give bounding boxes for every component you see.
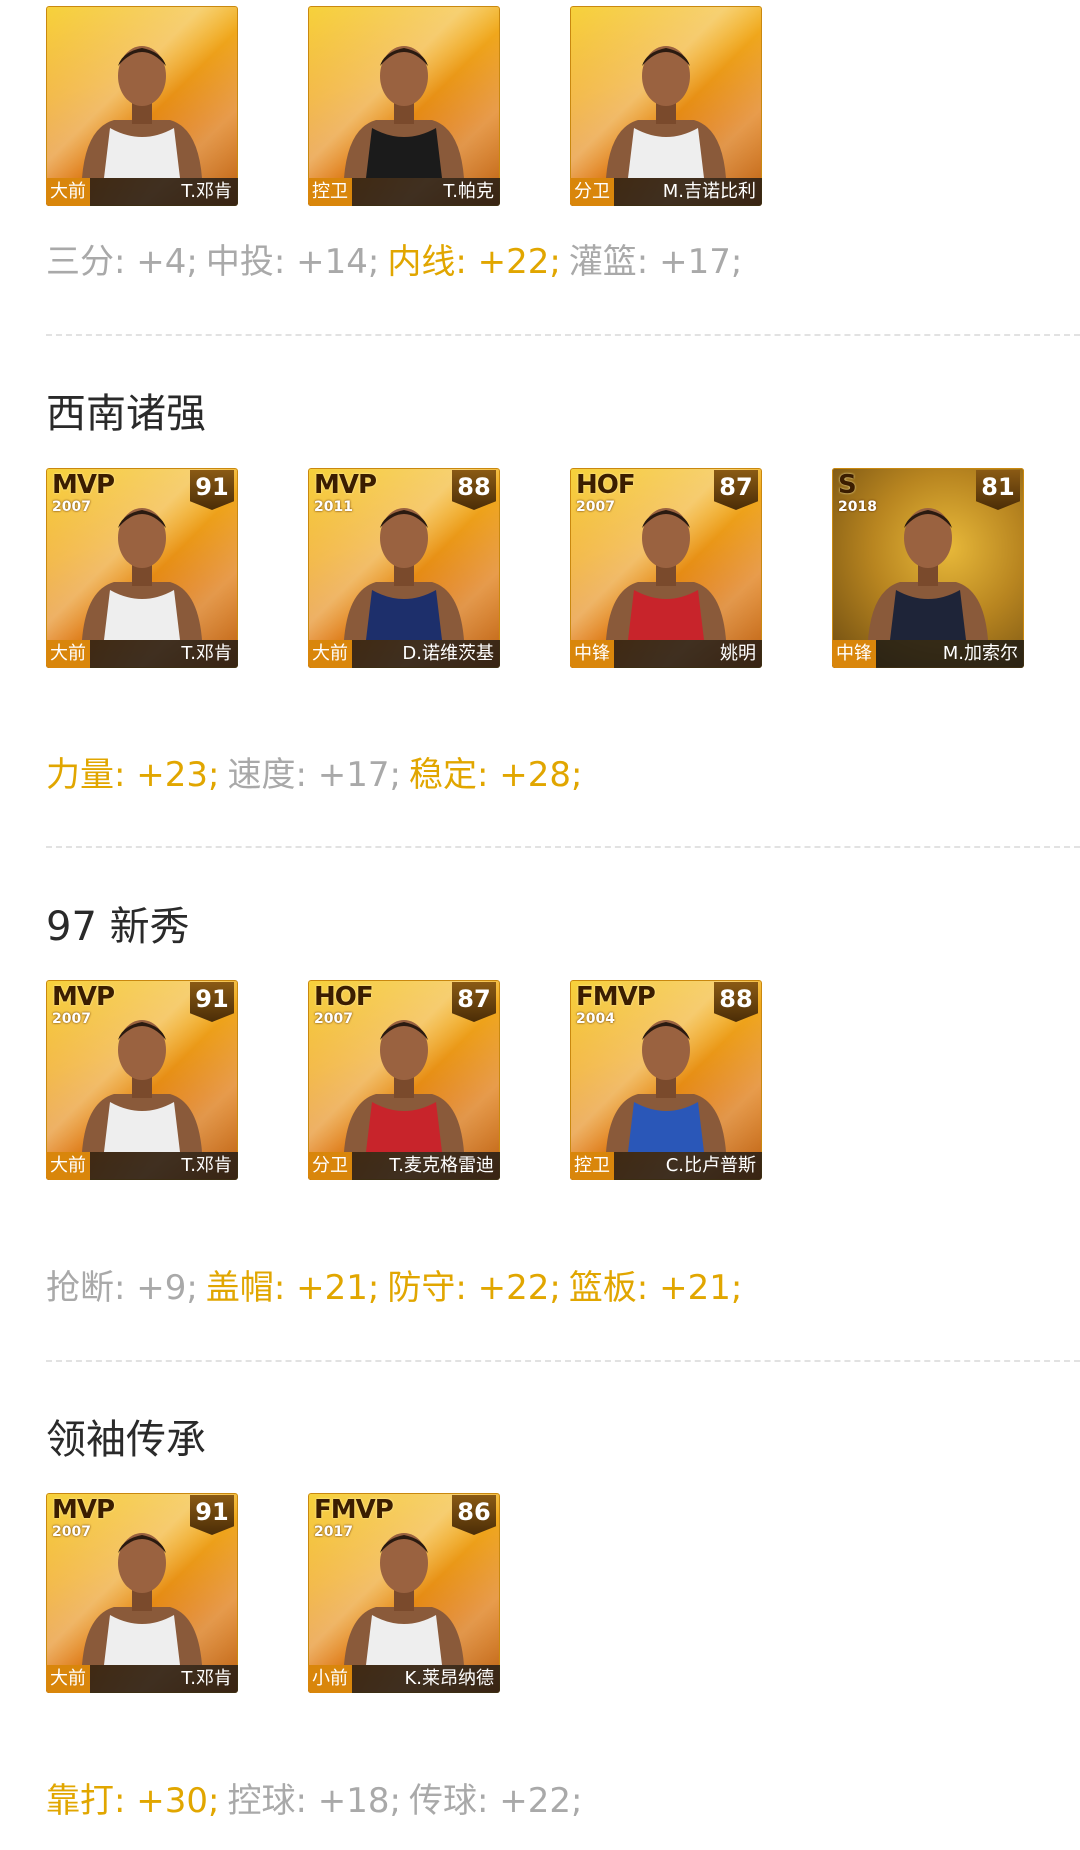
card-player-name: K.莱昂纳德 <box>404 1668 494 1689</box>
stat-bonus: 传球: +22; <box>408 1781 583 1821</box>
card-position: 大前 <box>46 1665 90 1693</box>
card-position: 分卫 <box>570 178 614 206</box>
combo-stats: 靠打: +30; 控球: +18; 传球: +22; <box>46 1781 590 1821</box>
stat-bonus: 篮板: +21; <box>568 1268 743 1308</box>
card-player-name: C.比卢普斯 <box>665 1155 756 1176</box>
player-portrait <box>868 508 988 640</box>
card-year: 2017 <box>314 1524 353 1540</box>
player-card[interactable]: FMVP 2004 88 控卫 C.比卢普斯 <box>570 980 762 1180</box>
card-year: 2007 <box>52 1524 91 1540</box>
card-player-name: M.加索尔 <box>942 643 1018 664</box>
card-position: 小前 <box>308 1665 352 1693</box>
player-card[interactable]: MVP 2007 91 大前 T.邓肯 <box>46 1493 238 1693</box>
player-card[interactable]: 大前 T.邓肯 <box>46 6 238 206</box>
section-divider <box>46 846 1080 848</box>
card-tier-badge: HOF <box>576 470 636 500</box>
card-player-name: T.帕克 <box>443 181 494 202</box>
card-position: 中锋 <box>832 640 876 668</box>
player-card[interactable]: HOF 2007 87 中锋 姚明 <box>570 468 762 668</box>
stat-bonus: 三分: +4; <box>46 242 198 282</box>
player-card[interactable]: HOF 2007 87 分卫 T.麦克格雷迪 <box>308 980 500 1180</box>
player-portrait <box>344 46 464 178</box>
stat-bonus: 力量: +23; <box>46 755 220 795</box>
player-card[interactable]: MVP 2007 91 大前 T.邓肯 <box>46 980 238 1180</box>
card-year: 2007 <box>52 1011 91 1027</box>
card-tier-badge: MVP <box>314 470 377 500</box>
section-title: 97 新秀 <box>46 904 190 950</box>
stat-bonus: 靠打: +30; <box>46 1781 220 1821</box>
stat-bonus: 灌篮: +17; <box>568 242 743 282</box>
card-player-name: 姚明 <box>720 643 756 664</box>
card-player-name: T.麦克格雷迪 <box>389 1155 494 1176</box>
player-card[interactable]: 分卫 M.吉诺比利 <box>570 6 762 206</box>
player-portrait <box>344 1020 464 1152</box>
card-position: 大前 <box>308 640 352 668</box>
card-year: 2007 <box>52 499 91 515</box>
stat-bonus: 稳定: +28; <box>408 755 583 795</box>
card-position: 大前 <box>46 640 90 668</box>
stat-bonus: 控球: +18; <box>227 1781 401 1821</box>
stat-bonus: 内线: +22; <box>387 242 561 282</box>
card-tier-badge: HOF <box>314 982 374 1012</box>
player-portrait <box>606 508 726 640</box>
combo-stats: 力量: +23; 速度: +17; 稳定: +28; <box>46 755 590 795</box>
card-tier-badge: S <box>838 470 857 500</box>
stat-bonus: 防守: +22; <box>387 1268 561 1308</box>
player-portrait <box>344 1533 464 1665</box>
section-divider <box>46 1360 1080 1362</box>
card-tier-badge: MVP <box>52 1495 115 1525</box>
player-card[interactable]: S 2018 81 中锋 M.加索尔 <box>832 468 1024 668</box>
card-player-name: D.诺维茨基 <box>402 643 494 664</box>
stat-bonus: 盖帽: +21; <box>205 1268 380 1308</box>
card-player-name: T.邓肯 <box>181 1155 232 1176</box>
player-portrait <box>606 46 726 178</box>
player-portrait <box>606 1020 726 1152</box>
card-tier-badge: FMVP <box>314 1495 394 1525</box>
player-card[interactable]: MVP 2007 91 大前 T.邓肯 <box>46 468 238 668</box>
card-player-name: T.邓肯 <box>181 181 232 202</box>
card-position: 中锋 <box>570 640 614 668</box>
card-position: 大前 <box>46 178 90 206</box>
stat-bonus: 中投: +14; <box>205 242 380 282</box>
player-portrait <box>82 1020 202 1152</box>
card-year: 2007 <box>314 1011 353 1027</box>
stat-bonus: 速度: +17; <box>227 755 401 795</box>
card-year: 2011 <box>314 499 353 515</box>
card-position: 控卫 <box>308 178 352 206</box>
player-portrait <box>82 1533 202 1665</box>
card-player-name: T.邓肯 <box>181 1668 232 1689</box>
card-player-name: T.邓肯 <box>181 643 232 664</box>
card-tier-badge: MVP <box>52 982 115 1012</box>
card-position: 大前 <box>46 1152 90 1180</box>
combo-stats: 三分: +4; 中投: +14; 内线: +22; 灌篮: +17; <box>46 242 750 282</box>
player-card[interactable]: MVP 2011 88 大前 D.诺维茨基 <box>308 468 500 668</box>
player-portrait <box>82 46 202 178</box>
card-year: 2018 <box>838 499 877 515</box>
player-card[interactable]: 控卫 T.帕克 <box>308 6 500 206</box>
section-title: 西南诸强 <box>46 391 206 437</box>
card-player-name: M.吉诺比利 <box>662 181 756 202</box>
card-position: 分卫 <box>308 1152 352 1180</box>
card-tier-badge: FMVP <box>576 982 656 1012</box>
card-position: 控卫 <box>570 1152 614 1180</box>
card-year: 2007 <box>576 499 615 515</box>
section-title: 领袖传承 <box>46 1417 206 1463</box>
player-portrait <box>82 508 202 640</box>
section-divider <box>46 334 1080 336</box>
card-year: 2004 <box>576 1011 615 1027</box>
combo-stats: 抢断: +9; 盖帽: +21; 防守: +22; 篮板: +21; <box>46 1268 750 1308</box>
stat-bonus: 抢断: +9; <box>46 1268 198 1308</box>
player-card[interactable]: FMVP 2017 86 小前 K.莱昂纳德 <box>308 1493 500 1693</box>
player-portrait <box>344 508 464 640</box>
card-tier-badge: MVP <box>52 470 115 500</box>
